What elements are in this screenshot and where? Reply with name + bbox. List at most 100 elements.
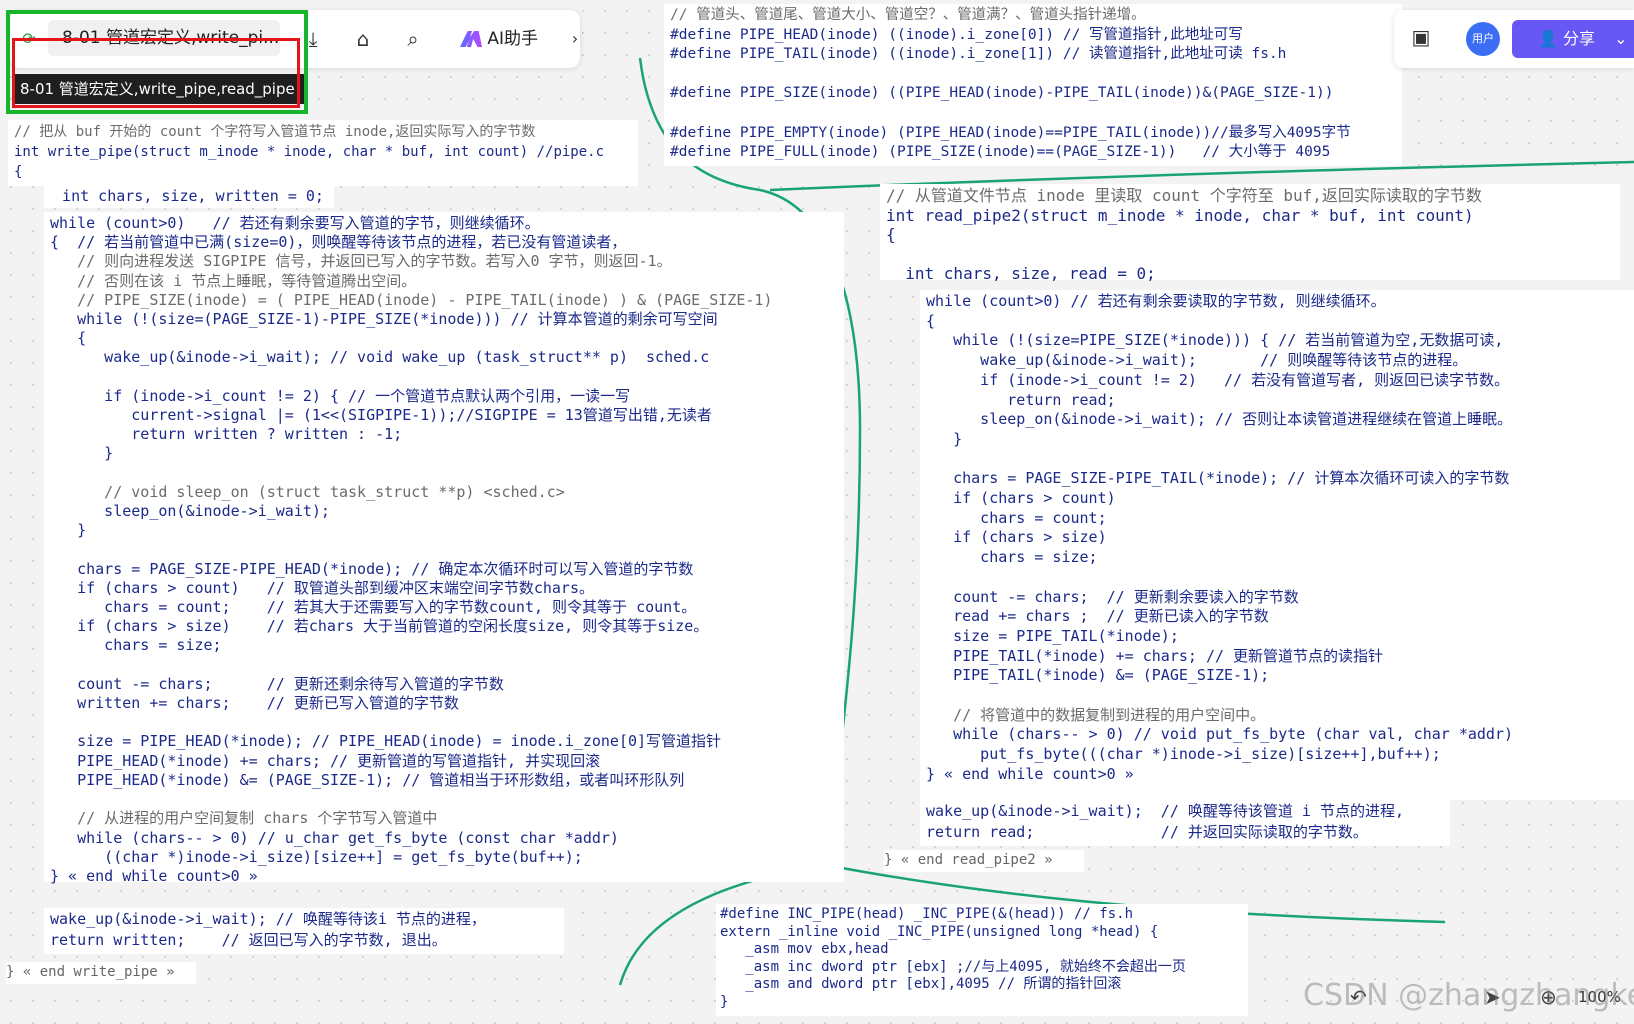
code-line: chars = count; xyxy=(926,508,1107,527)
read-body-panel: while (count>0) // 若还有剩余要读取的字节数, 则继续循环。{… xyxy=(920,290,1634,800)
code-line: return read; // 并返回实际读取的字节数。 xyxy=(926,823,1368,841)
code-line: while (!(size=(PAGE_SIZE-1)-PIPE_SIZE(*i… xyxy=(50,310,718,329)
code-line: // PIPE_SIZE(inode) = ( PIPE_HEAD(inode)… xyxy=(50,290,773,309)
code-line: while (count>0) // 若还有剩余要写入管道的字节，则继续循环。 xyxy=(50,214,540,232)
code-line: } « end while count>0 » xyxy=(50,866,258,885)
code-line: while (chars-- > 0) // void put_fs_byte … xyxy=(926,725,1513,744)
ai-logo-icon xyxy=(460,31,482,47)
code-line: // 把从 buf 开始的 count 个字符写入管道节点 inode,返回实际… xyxy=(14,124,536,140)
code-line: { xyxy=(14,164,23,180)
read-pipe-end: } « end read_pipe2 » xyxy=(884,852,1053,868)
code-line: #define PIPE_TAIL(inode) ((inode).i_zone… xyxy=(670,46,1287,63)
inc-pipe-code: #define INC_PIPE(head) _INC_PIPE(&(head)… xyxy=(720,906,1244,1011)
code-line: } xyxy=(50,521,87,540)
code-line: return written; // 返回已写入的字节数, 退出。 xyxy=(50,931,447,949)
read-pipe-tail: wake_up(&inode->i_wait); // 唤醒等待该管道 i 节点… xyxy=(926,801,1444,843)
read-pipe-body: while (count>0) // 若还有剩余要读取的字节数, 则继续循环。{… xyxy=(926,292,1628,785)
code-line: #define PIPE_SIZE(inode) ((PIPE_HEAD(ino… xyxy=(670,85,1334,102)
macros-code: // 管道头、管道尾、管道大小、管道空？、管道满？、管道头指针递增。 #defin… xyxy=(670,6,1396,163)
code-line: if (chars > count) xyxy=(926,489,1116,508)
code-line: // 管道头、管道尾、管道大小、管道空？、管道满？、管道头指针递增。 xyxy=(670,7,1146,23)
code-line: if (chars > size) // 若chars 大于当前管道的空闲长度s… xyxy=(50,617,709,636)
red-highlight-box xyxy=(12,38,300,108)
code-line: sleep_on(&inode->i_wait); // 否则让本读管道进程继续… xyxy=(926,410,1513,429)
read-header-panel: // 从管道文件节点 inode 里读取 count 个字符至 buf,返回实际… xyxy=(880,184,1620,283)
code-line: PIPE_HEAD(*inode) += chars; // 更新管道的写管道指… xyxy=(50,751,601,770)
code-line: _asm and dword ptr [ebx],4095 // 所谓的指针回滚 xyxy=(720,976,1122,992)
briefcase-icon[interactable]: ▣ xyxy=(1408,24,1434,50)
code-line: if (inode->i_count != 2) // 若没有管道写者, 则返回… xyxy=(926,370,1510,389)
code-line: int read_pipe2(struct m_inode * inode, c… xyxy=(886,205,1474,225)
code-line: while (!(size=PIPE_SIZE(*inode))) { // 若… xyxy=(926,331,1504,350)
share-button[interactable]: 👤 分享 ⌄ xyxy=(1512,20,1634,58)
watermark: CSDN @zhangzhangkeji xyxy=(1303,978,1634,1013)
tag-icon[interactable]: ⌂ xyxy=(350,26,376,52)
code-line: current->signal |= (1<<(SIGPIPE-1));//SI… xyxy=(50,406,712,425)
code-line: #define PIPE_HEAD(inode) ((inode).i_zone… xyxy=(670,26,1243,43)
code-line: #define INC_PIPE(head) _INC_PIPE(&(head)… xyxy=(720,906,1134,922)
code-line: while (count>0) // 若还有剩余要读取的字节数, 则继续循环。 xyxy=(926,292,1386,310)
share-label: 分享 xyxy=(1563,29,1596,48)
code-line: _asm mov ebx,head xyxy=(720,941,889,957)
write-end-panel: } « end write_pipe » xyxy=(6,962,196,984)
write-decl-panel: int chars, size, written = 0; xyxy=(44,186,334,208)
code-line: // void sleep_on (struct task_struct **p… xyxy=(50,482,565,501)
code-line: wake_up(&inode->i_wait); // 唤醒等待该管道 i 节点… xyxy=(926,802,1405,820)
code-line: // 将管道中的数据复制到进程的用户空间中。 xyxy=(926,705,1266,724)
code-line: chars = PAGE_SIZE-PIPE_HEAD(*inode); // … xyxy=(50,559,694,578)
code-line: wake_up(&inode->i_wait); // void wake_up… xyxy=(50,348,710,367)
macros-panel: // 管道头、管道尾、管道大小、管道空？、管道满？、管道头指针递增。 #defin… xyxy=(664,4,1402,166)
code-line: { // 若当前管道中已满(size=0)，则唤醒等待该节点的进程，若已没有管道… xyxy=(50,233,627,252)
code-line: // 否则在该 i 节点上睡眠，等待管道腾出空间。 xyxy=(50,271,417,290)
code-line: int write_pipe(struct m_inode * inode, c… xyxy=(14,144,605,160)
code-line: _asm inc dword ptr [ebx] ;//与上4095, 就始终不… xyxy=(720,958,1186,975)
code-line: read += chars ; // 更新已读入的字节数 xyxy=(926,607,1269,626)
code-line: return read; xyxy=(926,390,1116,409)
code-line: wake_up(&inode->i_wait); // 则唤醒等待该节点的进程。 xyxy=(926,351,1468,370)
code-line: { xyxy=(886,225,896,244)
code-line: PIPE_HEAD(*inode) &= (PAGE_SIZE-1); // 管… xyxy=(50,770,685,789)
code-line: if (chars > size) xyxy=(926,528,1107,547)
inc-pipe-panel: #define INC_PIPE(head) _INC_PIPE(&(head)… xyxy=(716,904,1248,1016)
write-decl: int chars, size, written = 0; xyxy=(44,187,324,205)
code-line: int chars, size, read = 0; xyxy=(886,264,1156,283)
write-pipe-body: while (count>0) // 若还有剩余要写入管道的字节，则继续循环。{… xyxy=(50,214,838,886)
code-line: } xyxy=(926,429,963,448)
chevron-right-icon[interactable]: › xyxy=(562,26,588,52)
avatar[interactable]: 用户 xyxy=(1466,22,1500,56)
code-line: } xyxy=(50,444,114,463)
code-line: // 则向进程发送 SIGPIPE 信号，并返回已写入的字节数。若写入0 字节，… xyxy=(50,252,672,271)
code-line: } « end while count>0 » xyxy=(926,764,1134,783)
user-share-icon: 👤 xyxy=(1538,29,1558,48)
code-line: } xyxy=(720,993,729,1010)
code-line: count -= chars; // 更新剩余要读入的字节数 xyxy=(926,587,1299,606)
code-line: chars = size; xyxy=(926,548,1098,567)
search-icon[interactable]: ⌕ xyxy=(400,26,426,52)
code-line: count -= chars; // 更新还剩余待写入管道的字节数 xyxy=(50,674,504,693)
write-tail-panel: wake_up(&inode->i_wait); // 唤醒等待该i 节点的进程… xyxy=(44,908,564,954)
code-line: chars = size; xyxy=(50,636,222,655)
write-pipe-tail: wake_up(&inode->i_wait); // 唤醒等待该i 节点的进程… xyxy=(50,909,558,951)
code-line: written += chars; // 更新已写入管道的字节数 xyxy=(50,694,459,713)
read-tail-panel: wake_up(&inode->i_wait); // 唤醒等待该管道 i 节点… xyxy=(920,800,1450,846)
code-line: PIPE_TAIL(*inode) &= (PAGE_SIZE-1); xyxy=(926,666,1270,685)
ai-assistant-label: AI助手 xyxy=(487,29,539,49)
ai-assistant-button[interactable]: AI助手 xyxy=(460,24,556,54)
write-header-panel: // 把从 buf 开始的 count 个字符写入管道节点 inode,返回实际… xyxy=(8,120,638,186)
write-pipe-end: } « end write_pipe » xyxy=(6,964,175,980)
code-line: chars = count; // 若其大于还需要写入的字节数count, 则令… xyxy=(50,598,697,617)
code-line: chars = PAGE_SIZE-PIPE_TAIL(*inode); // … xyxy=(926,469,1510,488)
read-pipe-header: // 从管道文件节点 inode 里读取 count 个字符至 buf,返回实际… xyxy=(886,186,1614,284)
chevron-down-icon: ⌄ xyxy=(1614,29,1628,48)
code-line: #define PIPE_FULL(inode) (PIPE_SIZE(inod… xyxy=(670,144,1331,161)
